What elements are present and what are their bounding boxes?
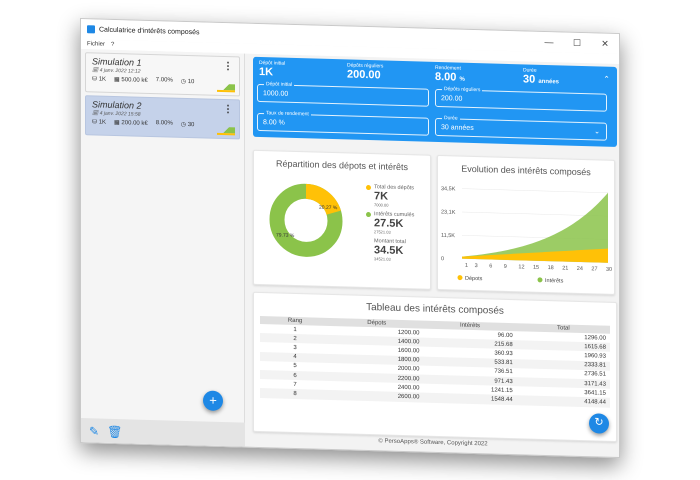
legend-interest-sub: 27521.03 [374,229,391,235]
donut-chart: 20.27 % 79.73 % [269,183,343,257]
table-card: Tableau des intérêts composés Rang Dépots… [253,291,617,442]
edit-icon[interactable]: ✎ [89,424,99,438]
x-tick-label: 1 [465,263,468,269]
legend-label: Dépots [465,276,483,282]
y-tick-label: 11,5K [441,233,455,239]
table-cell: 8 [260,388,331,400]
summary-row: Dépôt initial 1K Dépôts réguliers 200.00 R… [259,60,611,88]
add-simulation-button[interactable]: + [203,390,223,411]
growth-chart: 34,5K 23,1K 11,5K 0 1 3 6 9 12 15 18 21 24 27 30 Dépots… [441,186,612,285]
x-tick-label: 24 [577,266,583,272]
slice-label-deposits: 20.27 % [319,205,338,212]
sparkline-icon [217,83,235,93]
simulation-card-1[interactable]: Simulation 1 🗓 4 janv. 2022 12:12 ⛁ 1K ▦… [85,52,240,97]
menu-file[interactable]: Fichier [87,41,105,48]
x-tick-label: 12 [518,264,524,270]
growth-title: Evolution des intérêts composés [461,163,591,178]
x-tick-label: 18 [548,265,554,271]
summary-duration: Durée 30 années [523,67,559,86]
legend-dot [537,277,543,283]
chevron-up-icon[interactable]: ⌃ [603,75,610,84]
refresh-button[interactable]: ↻ [589,413,609,434]
sidebar-toolbar: ✎ 🗑 [81,418,245,449]
simulation-stats: ⛁ 1K ▦ 500.00 k€ 7.00% ◷ 10 [92,76,195,86]
x-tick-label: 6 [489,263,492,269]
growth-card: Evolution des intérêts composés 34,5K 23,… [437,154,615,295]
x-tick-label: 30 [606,267,612,273]
interest-table: Rang Dépots Intérêts Total 1 1200.00 96.00 129… [260,316,610,408]
app-icon [87,25,95,34]
menu-help[interactable]: ? [111,42,114,48]
rate-input[interactable]: Taux de rendement 8.00 % [257,110,429,136]
legend-total-sub: 34521.03 [374,256,391,262]
initial-deposit-input[interactable]: Dépôt initial 1000.00 [257,81,429,107]
sparkline-icon [217,126,235,136]
window-title: Calculatrice d'intérêts composés [99,26,200,36]
simulation-sidebar: Simulation 1 🗓 4 janv. 2022 12:12 ⛁ 1K ▦… [81,49,245,449]
legend-deposits-value: 7K [374,190,389,203]
x-tick-label: 27 [591,266,597,272]
table-cell: 1548.44 [423,392,517,405]
summary-rate: Rendement 8.00 % [435,64,465,84]
minimize-button[interactable]: — [535,36,563,48]
x-tick-label: 9 [504,264,507,270]
summary-initial: Dépôt initial 1K [259,59,286,79]
y-tick-label: 34,5K [441,186,456,192]
regular-deposits-input[interactable]: Dépôts réguliers 200.00 [435,86,607,112]
distribution-title: Répartition des dépots et intérêts [275,158,409,173]
slice-label-interest: 79.73 % [276,232,295,239]
app-window: Calculatrice d'intérêts composés — ☐ ✕ F… [80,18,620,459]
y-tick-label: 23,1K [441,209,456,215]
y-tick-label: 0 [441,256,444,262]
legend-interest-value: 27.5K [374,217,404,231]
grid-line [462,188,608,193]
chevron-down-icon: ⌄ [594,128,600,136]
distribution-card: Répartition des dépots et intérêts 20.27… [253,149,431,290]
legend-total-value: 34.5K [374,244,404,258]
close-button[interactable]: ✕ [591,38,619,50]
summary-regular: Dépôts réguliers 200.00 [347,62,384,82]
delete-icon[interactable]: 🗑 [107,425,122,439]
duration-select[interactable]: Durée 30 années ⌄ [435,115,607,141]
table-cell: 2600.00 [330,390,424,403]
x-tick-label: 3 [475,263,478,269]
legend-dot [457,275,463,281]
parameters-panel: Dépôt initial 1K Dépôts réguliers 200.00 R… [253,56,617,147]
more-options-icon[interactable]: ⋮ [223,61,233,72]
x-tick-label: 15 [533,265,539,271]
x-tick-label: 21 [562,265,568,271]
donut-legend: Total des dépôts 7K 7000.00 Intérêts cum… [366,184,414,262]
more-options-icon[interactable]: ⋮ [223,104,233,115]
maximize-button[interactable]: ☐ [563,37,591,49]
legend-deposits-sub: 7000.00 [374,202,389,208]
simulation-stats: ⛁ 1K ▦ 200.00 k€ 8.00% ◷ 30 [92,119,195,129]
simulation-card-2[interactable]: Simulation 2 🗓 4 janv. 2022 15:58 ⛁ 1K ▦… [85,95,240,140]
legend-label: Intérêts [545,278,564,285]
table-cell: 4148.44 [516,395,610,408]
